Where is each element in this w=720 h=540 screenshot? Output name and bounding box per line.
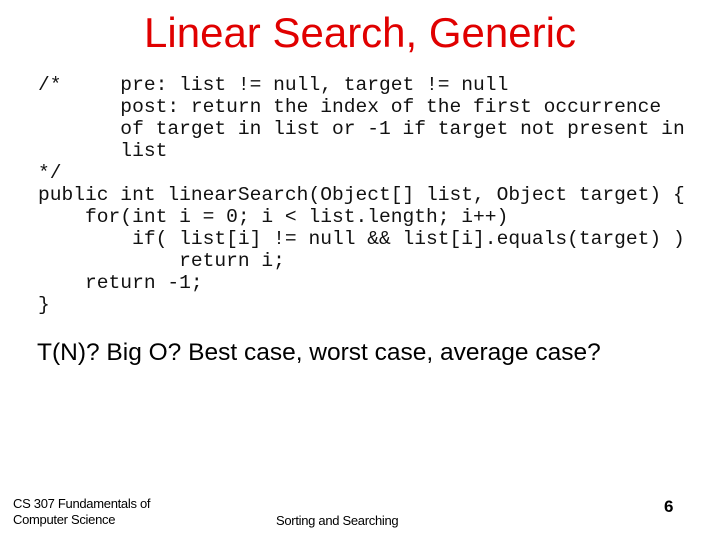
code-line: public int linearSearch(Object[] list, O…: [38, 184, 685, 206]
code-line: /* pre: list != null, target != null: [38, 74, 509, 96]
code-line: return i;: [38, 250, 285, 272]
page-number: 6: [664, 497, 674, 516]
code-line: list: [38, 140, 168, 162]
footer-course-line1: CS 307 Fundamentals of: [13, 496, 151, 511]
code-line: */: [38, 162, 62, 184]
code-line: if( list[i] != null && list[i].equals(ta…: [38, 228, 685, 250]
complexity-question: T(N)? Big O? Best case, worst case, aver…: [37, 339, 601, 366]
footer-course-line2: Computer Science: [13, 512, 116, 527]
code-line: for(int i = 0; i < list.length; i++): [38, 206, 509, 228]
footer-course: CS 307 Fundamentals of Computer Science: [13, 496, 151, 528]
code-line: post: return the index of the first occu…: [38, 96, 662, 118]
code-line: }: [38, 294, 50, 316]
code-block: /* pre: list != null, target != null pos…: [38, 74, 685, 316]
code-line: of target in list or -1 if target not pr…: [38, 118, 685, 140]
footer-topic: Sorting and Searching: [276, 513, 399, 528]
slide-title: Linear Search, Generic: [144, 9, 576, 56]
code-line: return -1;: [38, 272, 203, 294]
